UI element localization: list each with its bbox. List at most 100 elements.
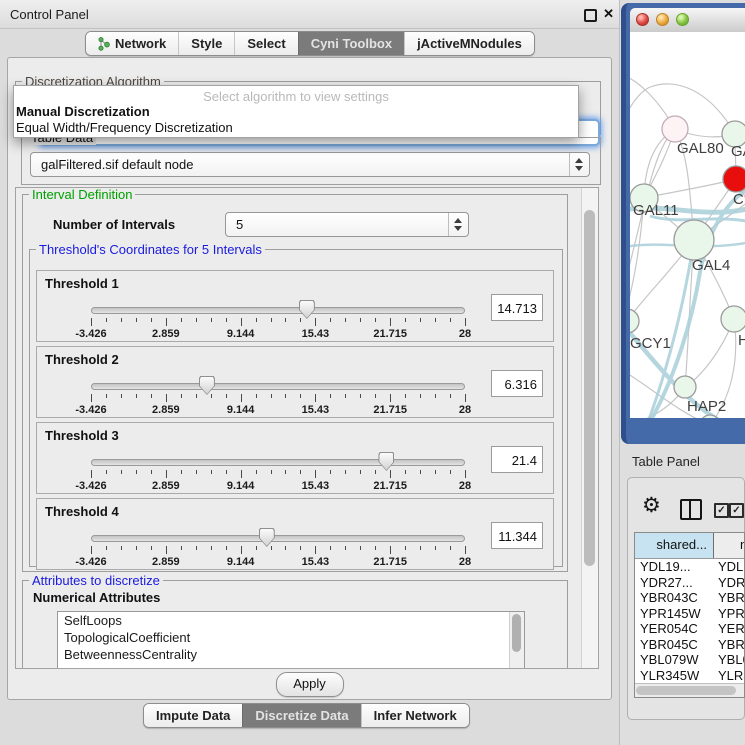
slider-track[interactable] xyxy=(91,307,465,314)
cell-name[interactable]: YBR0 xyxy=(714,590,744,606)
slider-thumb-face xyxy=(300,301,314,318)
apply-button[interactable]: Apply xyxy=(276,672,344,697)
slider-track[interactable] xyxy=(91,383,465,390)
table-row[interactable]: YPR145WYPR1 xyxy=(635,606,744,622)
zoom-traffic-light[interactable] xyxy=(676,13,689,26)
scrollbar-thumb[interactable] xyxy=(512,614,521,652)
slider-thumb[interactable] xyxy=(299,300,315,319)
threshold-value-field[interactable]: 21.4 xyxy=(491,446,543,473)
checkbox-icon[interactable]: ✓ xyxy=(729,503,744,518)
numerical-attributes-list[interactable]: SelfLoopsTopologicalCoefficientBetweenne… xyxy=(57,611,525,669)
network-canvas[interactable]: GAL80GACGAL11GAL4GCY1HHAP2 xyxy=(630,32,745,418)
tab-cyni-toolbox[interactable]: Cyni Toolbox xyxy=(298,32,404,55)
cell-name[interactable]: YDR2 xyxy=(714,575,744,591)
close-traffic-light[interactable] xyxy=(636,13,649,26)
tick-label: -3.426 xyxy=(75,404,106,416)
threshold-value-field[interactable]: 6.316 xyxy=(491,370,543,397)
network-window-titlebar[interactable] xyxy=(630,8,745,33)
attribute-list-item[interactable]: SelfLoops xyxy=(58,612,524,629)
attribute-list-item[interactable]: BetweennessCentrality xyxy=(58,646,524,663)
tab-impute-data[interactable]: Impute Data xyxy=(144,704,242,727)
slider-thumb[interactable] xyxy=(259,528,275,547)
tab-select[interactable]: Select xyxy=(234,32,297,55)
cell-name[interactable]: YPR1 xyxy=(714,606,744,622)
attribute-list-item[interactable]: TopologicalCoefficient xyxy=(58,629,524,646)
tab-style[interactable]: Style xyxy=(178,32,234,55)
float-window-icon[interactable] xyxy=(584,9,597,22)
threshold-label: Threshold 1 xyxy=(45,276,119,291)
cell-name[interactable]: YBL0 xyxy=(714,652,744,668)
close-icon[interactable]: ✕ xyxy=(603,6,614,22)
tick-label: 15.43 xyxy=(302,404,330,416)
scrollbar-thumb[interactable] xyxy=(636,686,736,695)
dropdown-option-equal-width[interactable]: Equal Width/Frequency Discretization xyxy=(14,120,578,136)
tab-label: Cyni Toolbox xyxy=(311,32,392,55)
combobox-stepper[interactable] xyxy=(448,213,468,236)
column-header-shared-name[interactable]: shared... xyxy=(635,533,714,558)
threshold-slider[interactable]: -3.4262.8599.14415.4321.71528 xyxy=(91,375,465,417)
dropdown-option-manual[interactable]: Manual Discretization xyxy=(14,104,578,120)
tab-discretize-data[interactable]: Discretize Data xyxy=(242,704,360,727)
cell-shared-name[interactable]: YLR345W xyxy=(635,668,714,684)
slider-track[interactable] xyxy=(91,535,465,542)
cell-shared-name[interactable]: YDL19... xyxy=(635,559,714,575)
number-of-intervals-label: Number of Intervals xyxy=(53,217,175,232)
cell-shared-name[interactable]: YBR045C xyxy=(635,637,714,653)
table-data-combobox[interactable]: galFiltered.sif default node xyxy=(30,152,590,177)
table-row[interactable]: YDR27...YDR2 xyxy=(635,575,744,591)
table-row[interactable]: YBL079WYBL0 xyxy=(635,652,744,668)
slider-track[interactable] xyxy=(91,459,465,466)
threshold-slider[interactable]: -3.4262.8599.14415.4321.71528 xyxy=(91,527,465,569)
table-row[interactable]: YER054CYER0 xyxy=(635,621,744,637)
cell-shared-name[interactable]: YBR043C xyxy=(635,590,714,606)
network-node-selected[interactable] xyxy=(723,166,745,192)
combobox-value: 5 xyxy=(236,213,243,236)
node-label: GAL4 xyxy=(692,257,730,274)
tick-label: 9.144 xyxy=(227,480,255,492)
cell-name[interactable]: YDL1 xyxy=(714,559,744,575)
slider-thumb[interactable] xyxy=(199,376,215,395)
cell-shared-name[interactable]: YER054C xyxy=(635,621,714,637)
cell-name[interactable]: YER0 xyxy=(714,621,744,637)
tab-infer-network[interactable]: Infer Network xyxy=(361,704,469,727)
slider-ticks xyxy=(91,546,465,555)
vertical-scrollbar[interactable] xyxy=(581,188,598,668)
slider-thumb[interactable] xyxy=(378,452,394,471)
threshold-slider[interactable]: -3.4262.8599.14415.4321.71528 xyxy=(91,451,465,493)
threshold-value-field[interactable]: 14.713 xyxy=(491,294,543,321)
table-row[interactable]: YBR045CYBR0 xyxy=(635,637,744,653)
table-row[interactable]: YBR043CYBR0 xyxy=(635,590,744,606)
network-node[interactable] xyxy=(721,306,745,332)
split-columns-icon[interactable] xyxy=(680,499,702,520)
minimize-traffic-light[interactable] xyxy=(656,13,669,26)
cell-name[interactable]: YLR3 xyxy=(714,668,744,684)
network-node[interactable] xyxy=(662,116,688,142)
node-attribute-table[interactable]: shared... n YDL19...YDL1YDR27...YDR2YBR0… xyxy=(634,532,745,698)
threshold-slider[interactable]: -3.4262.8599.14415.4321.71528 xyxy=(91,299,465,341)
tab-jactivemnodules[interactable]: jActiveMNodules xyxy=(404,32,534,55)
table-row[interactable]: YDL19...YDL1 xyxy=(635,559,744,575)
checkbox-icon[interactable]: ✓ xyxy=(714,503,729,518)
application-root: Control Panel ✕ Network Style Select Cyn… xyxy=(0,0,745,745)
scrollbar-thumb[interactable] xyxy=(584,210,595,566)
network-node[interactable] xyxy=(630,309,639,333)
attribute-items: SelfLoopsTopologicalCoefficientBetweenne… xyxy=(58,612,524,663)
number-of-intervals-combobox[interactable]: 5 xyxy=(225,212,469,237)
network-node[interactable] xyxy=(674,376,696,398)
combobox-stepper[interactable] xyxy=(569,153,589,176)
tick-label: -3.426 xyxy=(75,480,106,492)
table-row[interactable]: YLR345WYLR3 xyxy=(635,668,744,684)
tick-label: 21.715 xyxy=(373,556,407,568)
attributes-scrollbar[interactable] xyxy=(509,612,524,669)
cell-shared-name[interactable]: YBL079W xyxy=(635,652,714,668)
cell-shared-name[interactable]: YPR145W xyxy=(635,606,714,622)
threshold-value-field[interactable]: 11.344 xyxy=(491,522,543,549)
network-node[interactable] xyxy=(674,220,714,260)
tab-network[interactable]: Network xyxy=(86,32,178,55)
horizontal-scrollbar[interactable] xyxy=(635,683,744,697)
gear-icon[interactable]: ⚙ xyxy=(642,495,661,516)
control-panel-titlebar: Control Panel ✕ xyxy=(0,0,619,29)
cell-shared-name[interactable]: YDR27... xyxy=(635,575,714,591)
cell-name[interactable]: YBR0 xyxy=(714,637,744,653)
column-header-name[interactable]: n xyxy=(714,533,745,558)
